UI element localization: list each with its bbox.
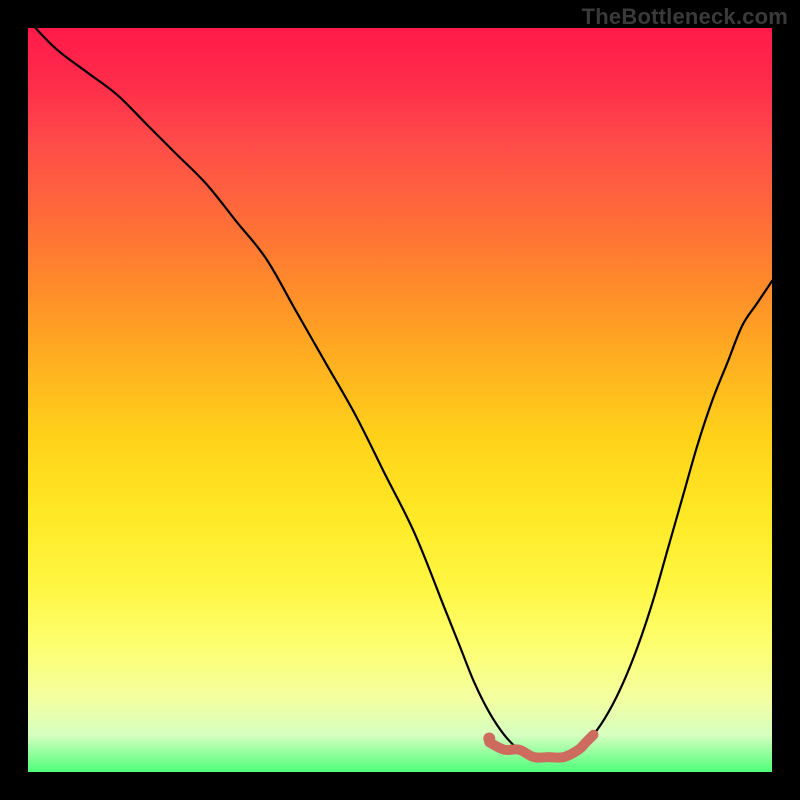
bottleneck-minimum-highlight — [28, 28, 772, 772]
plot-area — [28, 28, 772, 772]
chart-frame: TheBottleneck.com — [0, 0, 800, 800]
watermark-text: TheBottleneck.com — [582, 4, 788, 30]
